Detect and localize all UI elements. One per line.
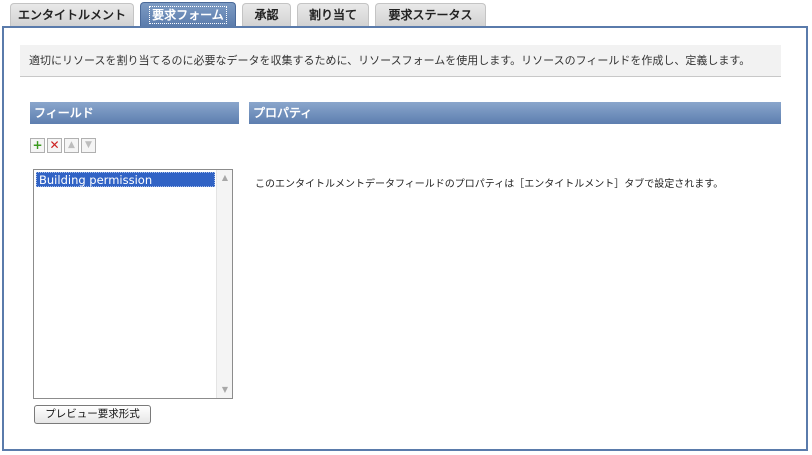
scroll-down-icon[interactable]: ▼ [218, 383, 232, 397]
description-text: 適切にリソースを割り当てるのに必要なデータを収集するために、リソースフォームを使… [20, 45, 781, 77]
request-form-panel: 適切にリソースを割り当てるのに必要なデータを収集するために、リソースフォームを使… [2, 26, 808, 451]
preview-request-form-button[interactable]: プレビュー要求形式 [34, 405, 151, 424]
tab-label: 要求ステータス [388, 8, 473, 22]
listbox-scrollbar[interactable]: ▲ ▼ [216, 170, 232, 398]
arrow-up-icon: ▲ [68, 140, 75, 150]
tab-assignment[interactable]: 割り当て [297, 3, 369, 26]
tab-request-form[interactable]: 要求フォーム [140, 2, 236, 27]
fields-header: フィールド [30, 102, 239, 124]
tab-bar: エンタイトルメント 要求フォーム 承認 割り当て 要求ステータス [0, 0, 812, 27]
tab-entitlement[interactable]: エンタイトルメント [10, 3, 134, 26]
move-up-button[interactable]: ▲ [64, 138, 79, 153]
scroll-up-icon[interactable]: ▲ [218, 171, 232, 185]
arrow-down-icon: ▼ [85, 140, 92, 150]
tab-label: エンタイトルメント [17, 8, 126, 22]
properties-header: プロパティ [249, 102, 781, 124]
tab-label: 割り当て [308, 8, 357, 22]
delete-field-button[interactable]: ✕ [47, 138, 62, 153]
fields-listbox[interactable]: Building permission ▲ ▼ [33, 169, 233, 399]
list-item[interactable]: Building permission [36, 172, 215, 187]
move-down-button[interactable]: ▼ [81, 138, 96, 153]
tab-approval[interactable]: 承認 [242, 3, 291, 26]
add-field-button[interactable]: + [30, 138, 45, 153]
tab-label: 要求フォーム [149, 6, 227, 24]
tab-request-status[interactable]: 要求ステータス [375, 3, 486, 26]
tab-label: 承認 [254, 8, 279, 22]
plus-icon: + [32, 138, 43, 152]
x-icon: ✕ [49, 138, 60, 152]
properties-message: このエンタイトルメントデータフィールドのプロパティは［エンタイトルメント］タブで… [255, 179, 724, 190]
